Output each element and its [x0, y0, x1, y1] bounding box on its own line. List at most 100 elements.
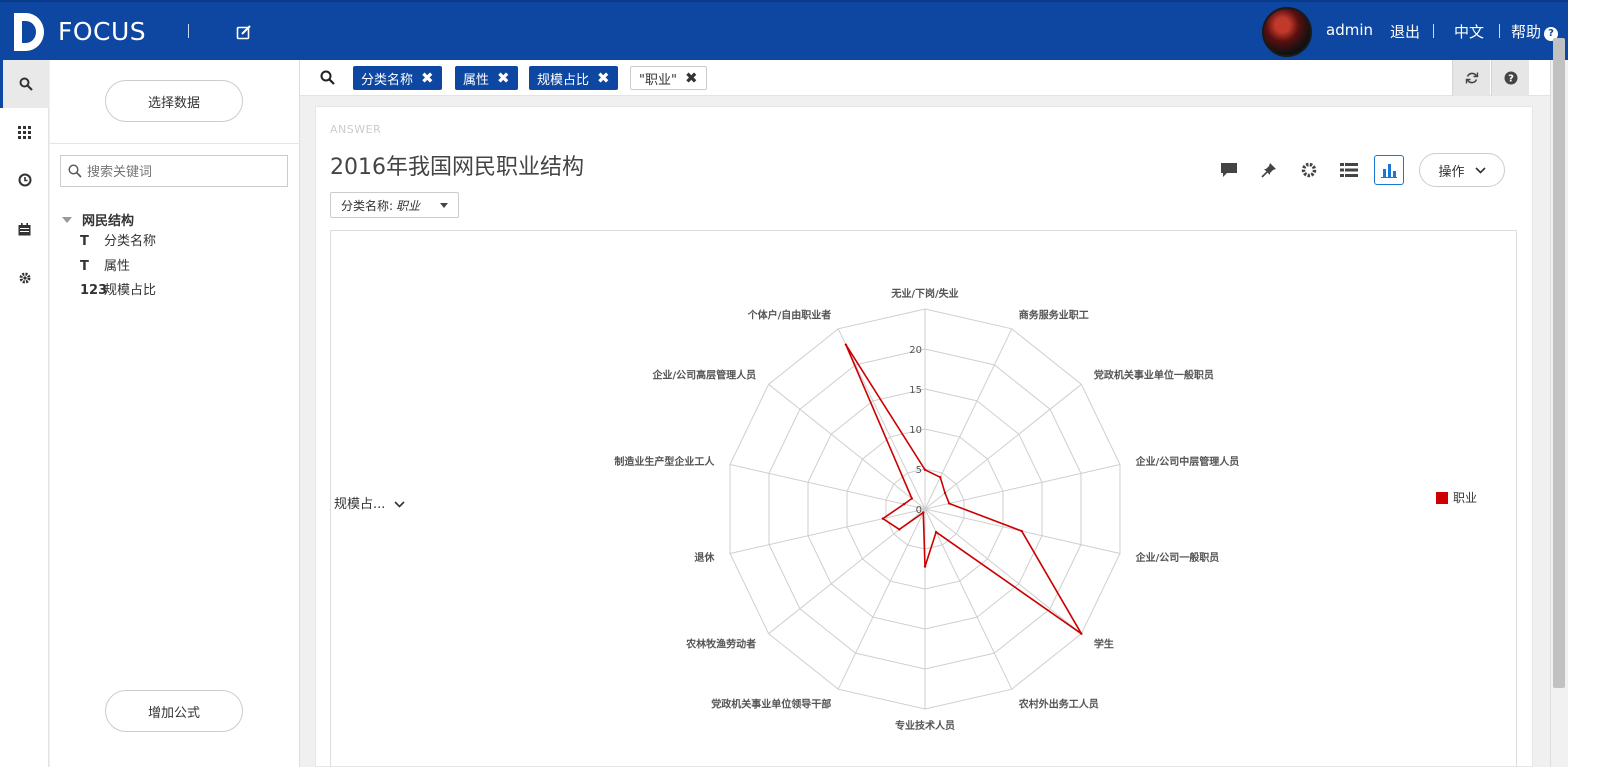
divider	[1499, 24, 1500, 38]
remove-icon[interactable]: ✖	[421, 69, 434, 87]
pin-icon	[1261, 163, 1276, 178]
search-input[interactable]	[87, 162, 282, 182]
field-category-name[interactable]: T 分类名称	[80, 230, 156, 249]
chart-view-button[interactable]	[1374, 155, 1404, 185]
grid-spoke	[924, 383, 1082, 510]
data-point	[1020, 529, 1023, 533]
rail-history[interactable]	[0, 156, 49, 204]
grid-icon	[18, 125, 31, 139]
filter-key: 分类名称:	[341, 198, 394, 213]
refresh-button[interactable]	[1452, 60, 1490, 96]
data-point	[922, 511, 925, 514]
comment-button[interactable]	[1214, 155, 1244, 185]
help-icon: ?	[1504, 71, 1517, 85]
category-label: 党政机关事业单位一般职员	[1094, 368, 1214, 381]
answer-title: 2016年我国网民职业结构	[330, 155, 584, 180]
edit-icon[interactable]	[236, 24, 252, 40]
svg-text:?: ?	[1508, 74, 1514, 85]
language-link[interactable]: 中文	[1454, 21, 1484, 42]
select-data-button[interactable]: 选择数据	[105, 80, 243, 122]
scrollbar-thumb[interactable]	[1553, 38, 1565, 688]
filter-value: 职业	[396, 198, 421, 213]
chart-area: 无业/下岗/失业 商务服务业职工 党政机关事业单位一般职员 企业/公司中层管理人员 企业…	[330, 230, 1517, 767]
field-label: 属性	[104, 259, 131, 274]
caret-down-icon[interactable]	[62, 217, 72, 223]
field-label: 规模占比	[104, 283, 157, 298]
query-chip[interactable]: 分类名称 ✖	[353, 66, 442, 90]
pin-button[interactable]	[1254, 155, 1284, 185]
search-icon[interactable]	[320, 70, 335, 85]
axis-tick-label: 15	[909, 385, 922, 396]
text-type-icon: T	[80, 259, 89, 274]
avatar[interactable]	[1262, 7, 1312, 57]
answer-label: ANSWER	[330, 123, 382, 136]
text-type-icon: T	[80, 234, 89, 249]
query-chip[interactable]: 属性 ✖	[455, 66, 518, 90]
category-label: 个体户/自由职业者	[747, 308, 832, 321]
calendar-icon	[18, 222, 31, 235]
category-label: 专业技术人员	[895, 719, 955, 732]
chip-label: 分类名称	[361, 72, 414, 88]
category-label: 无业/下岗/失业	[890, 287, 958, 300]
operate-button[interactable]: 操作	[1419, 153, 1505, 187]
field-scale-ratio[interactable]: 123规模占比	[80, 279, 156, 298]
search-icon	[68, 164, 82, 178]
history-icon	[18, 173, 31, 187]
series-line	[845, 344, 1083, 635]
category-label: 党政机关事业单位领导干部	[711, 698, 831, 711]
measure-label: 规模占...	[334, 497, 386, 512]
caret-down-icon	[440, 203, 448, 208]
data-point	[902, 502, 906, 506]
remove-icon[interactable]: ✖	[685, 69, 698, 87]
help-button[interactable]: ?	[1491, 60, 1529, 96]
data-point	[934, 530, 938, 534]
data-point	[1080, 632, 1083, 635]
data-point	[923, 565, 927, 568]
page-edge	[1568, 0, 1600, 767]
category-filter-dropdown[interactable]: 分类名称: 职业	[330, 192, 459, 218]
settings-button[interactable]	[1294, 155, 1324, 185]
axis-tick-label: 5	[916, 465, 922, 476]
measure-selector[interactable]: 规模占...	[334, 493, 405, 512]
data-point	[923, 468, 927, 471]
field-attribute[interactable]: T 属性	[80, 255, 130, 274]
category-label: 退休	[694, 551, 715, 564]
icon-rail	[0, 60, 49, 767]
chip-label: 属性	[463, 72, 490, 88]
remove-icon[interactable]: ✖	[497, 69, 510, 87]
keyword-search[interactable]	[60, 155, 288, 187]
data-point	[844, 343, 848, 346]
data-point	[943, 491, 947, 495]
rail-calendar[interactable]	[0, 205, 49, 253]
axis-tick-label: 20	[909, 345, 922, 356]
chip-label: "职业"	[639, 72, 677, 88]
chart-legend[interactable]: 职业	[1436, 489, 1477, 506]
logout-link[interactable]: 退出	[1390, 21, 1420, 42]
category-label: 企业/公司中层管理人员	[1135, 455, 1240, 468]
legend-swatch	[1436, 491, 1448, 504]
focus-logo-icon[interactable]	[10, 10, 50, 54]
chevron-down-icon	[393, 501, 405, 508]
grid-spoke	[924, 464, 1121, 510]
username[interactable]: admin	[1326, 21, 1373, 39]
data-point	[939, 476, 942, 479]
chevron-down-icon	[1474, 166, 1486, 174]
query-chip[interactable]: 规模占比 ✖	[529, 66, 618, 90]
rail-apps[interactable]	[0, 108, 49, 156]
rail-settings[interactable]	[0, 254, 49, 302]
tree-root[interactable]: 网民结构	[62, 210, 134, 229]
category-label: 商务服务业职工	[1019, 308, 1089, 321]
table-view-button[interactable]	[1334, 155, 1364, 185]
divider	[1433, 24, 1434, 38]
divider	[188, 24, 189, 38]
add-formula-button[interactable]: 增加公式	[105, 690, 243, 732]
tree-root-label: 网民结构	[82, 214, 135, 229]
query-bar: 分类名称 ✖ 属性 ✖ 规模占比 ✖ "职业" ✖ ?	[300, 60, 1550, 96]
remove-icon[interactable]: ✖	[597, 69, 610, 87]
help-link[interactable]: 帮助?	[1511, 21, 1559, 42]
rail-search[interactable]	[0, 60, 49, 108]
radar-chart: 无业/下岗/失业商务服务业职工党政机关事业单位一般职员企业/公司中层管理人员企业…	[614, 287, 1240, 732]
query-value-chip[interactable]: "职业" ✖	[630, 66, 707, 90]
data-panel: 选择数据 网民结构 T 分类名称 T 属性 123规模占比 增加公式	[50, 60, 300, 767]
category-label: 制造业生产型企业工人	[614, 455, 715, 468]
